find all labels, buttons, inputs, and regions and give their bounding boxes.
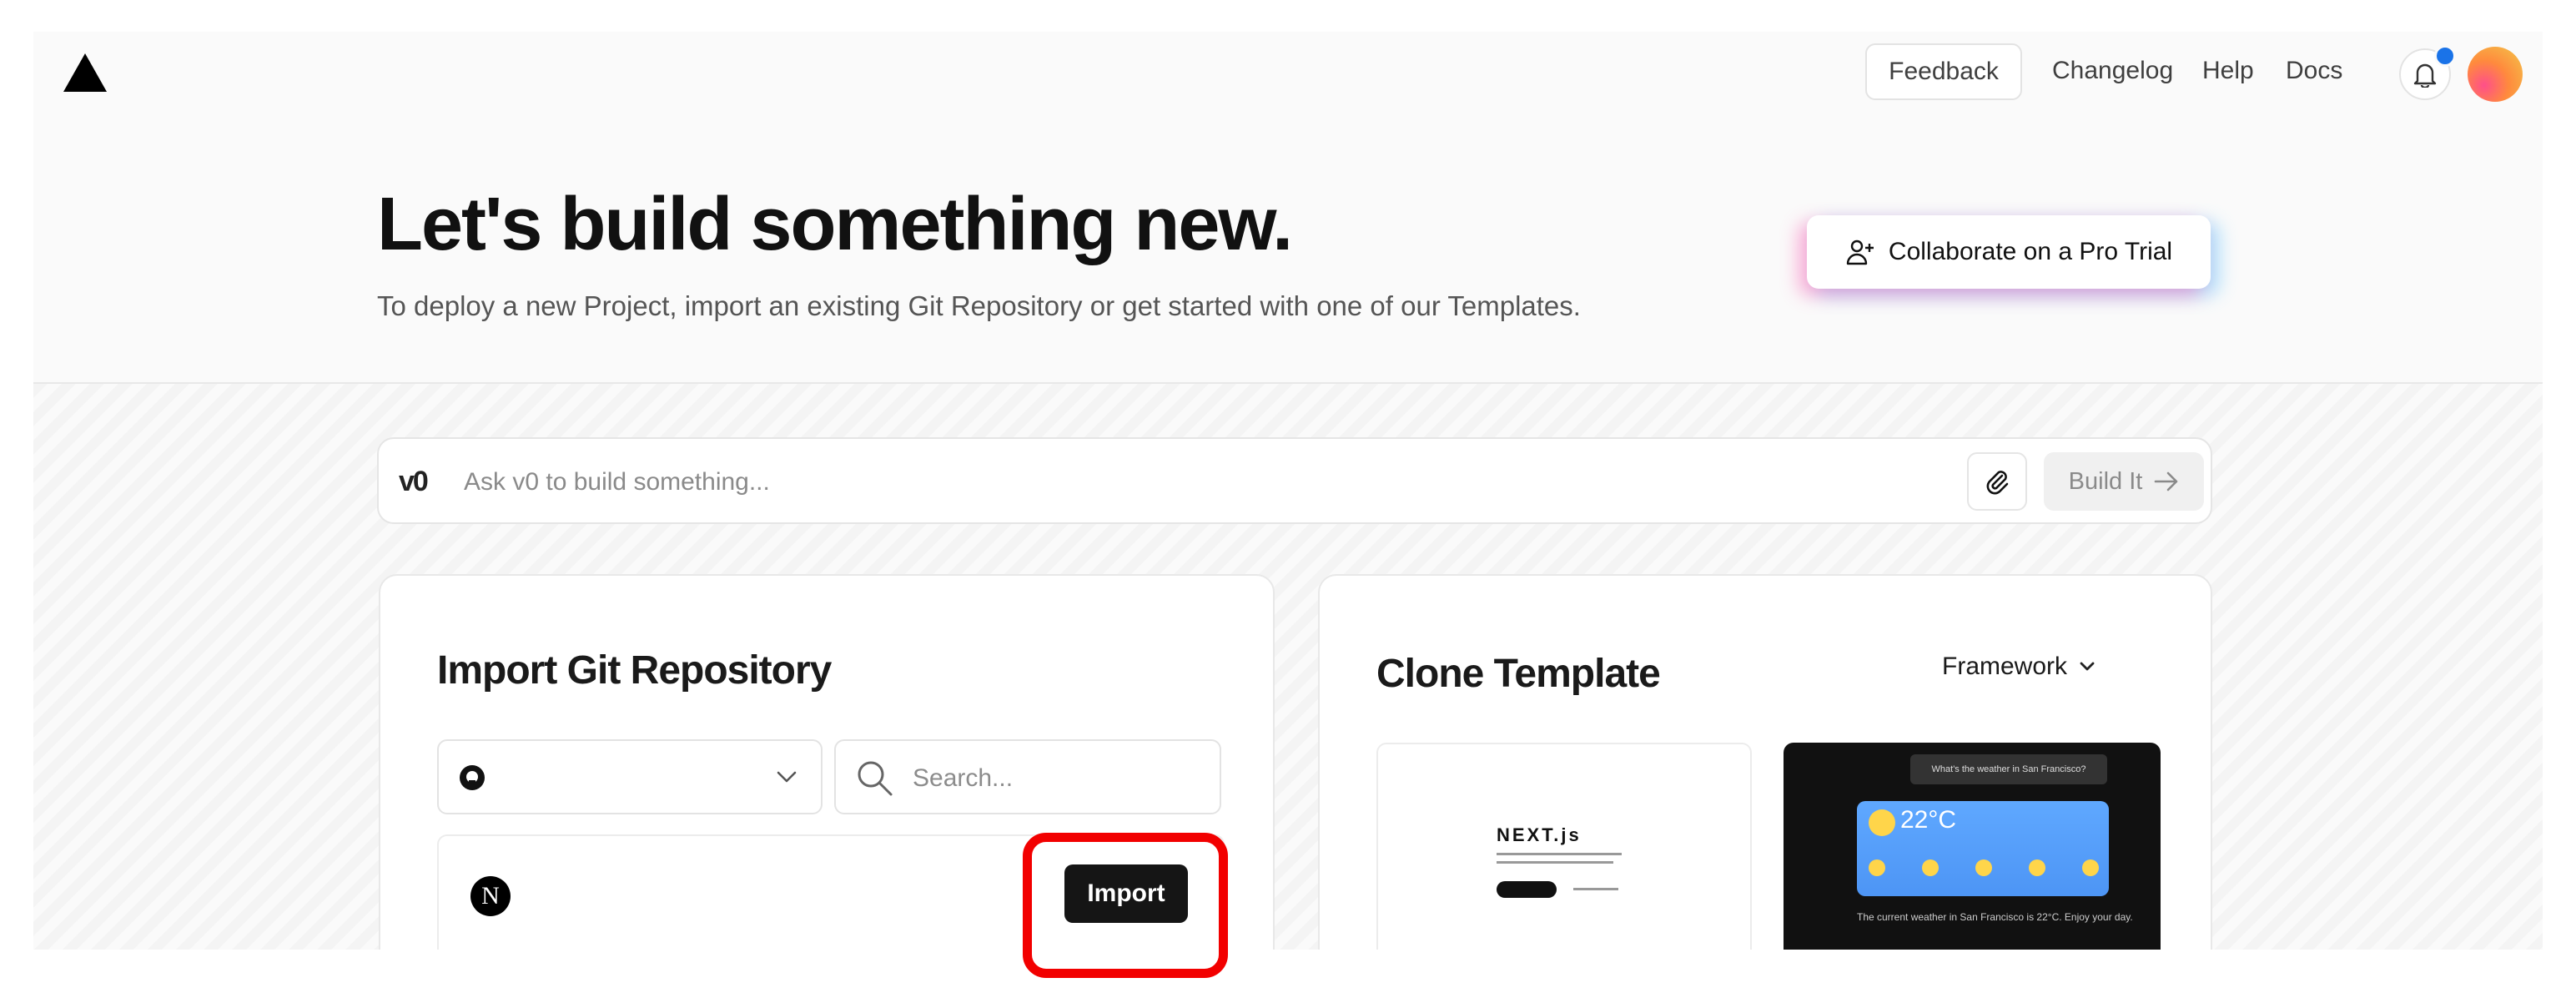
sun-icon — [1922, 859, 1939, 876]
weather-note: The current weather in San Francisco is … — [1857, 911, 2133, 923]
weather-prompt: What's the weather in San Francisco? — [1910, 754, 2107, 784]
chevron-down-icon — [2080, 662, 2095, 671]
framework-filter[interactable]: Framework — [1942, 653, 2096, 681]
weather-widget: 22°C — [1857, 801, 2109, 896]
import-button-highlight — [1023, 833, 1228, 978]
nextjs-wordmark: NEXT.js — [1497, 824, 1582, 845]
add-user-icon — [1846, 239, 1874, 265]
v0-logo-icon: v0 — [399, 466, 429, 497]
page-subtitle: To deploy a new Project, import an exist… — [377, 290, 1581, 321]
framework-label: Framework — [1942, 653, 2068, 680]
repository-search[interactable] — [834, 739, 1221, 814]
help-link[interactable]: Help — [2202, 57, 2254, 85]
vercel-logo-icon[interactable] — [62, 52, 108, 93]
template-text-line — [1497, 853, 1622, 855]
sun-icon — [1869, 809, 1895, 836]
template-preview-button — [1497, 881, 1557, 898]
template-text-line — [1497, 861, 1613, 864]
nextjs-icon: N — [470, 876, 511, 916]
pro-trial-button[interactable]: Collaborate on a Pro Trial — [1807, 215, 2211, 289]
v0-prompt-input[interactable] — [462, 459, 1884, 506]
template-card-nextjs[interactable]: NEXT.js — [1376, 743, 1752, 950]
arrow-right-icon — [2155, 471, 2178, 491]
chevron-down-icon — [777, 771, 797, 783]
docs-link[interactable]: Docs — [2286, 57, 2342, 85]
sun-icon — [2029, 859, 2045, 876]
app-viewport: Feedback Changelog Help Docs Let's build… — [33, 32, 2543, 950]
clone-template-card: Clone Template Framework NEXT.js What's … — [1318, 574, 2212, 950]
sun-icon — [2082, 859, 2099, 876]
v0-prompt-bar: v0 Build It — [377, 437, 2212, 524]
viewport-bottom-edge — [0, 950, 2576, 1008]
notification-dot — [2434, 45, 2456, 67]
build-it-button[interactable]: Build It — [2044, 452, 2204, 511]
clone-card-title: Clone Template — [1376, 652, 1661, 696]
user-avatar[interactable] — [2468, 47, 2523, 102]
git-provider-select[interactable] — [437, 739, 823, 814]
github-icon — [460, 765, 485, 790]
import-card-title: Import Git Repository — [437, 648, 832, 693]
search-icon — [858, 761, 893, 796]
weather-temperature: 22°C — [1900, 806, 1957, 834]
template-card-weather[interactable]: What's the weather in San Francisco? 22°… — [1784, 743, 2161, 950]
attach-button[interactable] — [1967, 452, 2027, 511]
page-title: Let's build something new. — [377, 183, 1293, 266]
changelog-link[interactable]: Changelog — [2052, 57, 2173, 85]
sun-icon — [1869, 859, 1885, 876]
paperclip-icon — [1986, 471, 2009, 495]
pro-trial-label: Collaborate on a Pro Trial — [1888, 238, 2173, 265]
feedback-button[interactable]: Feedback — [1865, 43, 2022, 100]
sun-icon — [1975, 859, 1992, 876]
build-it-label: Build It — [2068, 467, 2143, 495]
template-text-line — [1573, 888, 1618, 890]
bell-icon — [2413, 63, 2437, 88]
repository-search-input[interactable] — [911, 756, 1198, 801]
